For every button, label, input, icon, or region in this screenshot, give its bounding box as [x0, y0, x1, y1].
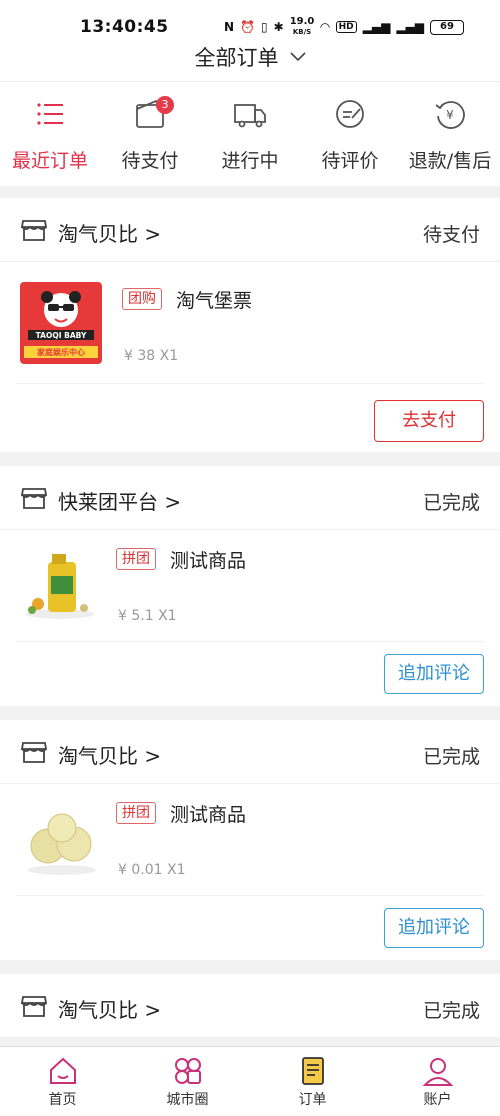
- wifi-icon: ◠: [320, 20, 330, 34]
- shop-name[interactable]: 淘气贝比 >: [58, 218, 161, 247]
- vibrate-icon: ▯: [261, 20, 268, 34]
- order-tabs: 最近订单 3 待支付 进行中 待评价 ¥ 退款/售后: [0, 82, 500, 186]
- refund-icon: ¥: [435, 101, 465, 129]
- shop-icon: [20, 742, 48, 763]
- tab-pending-payment[interactable]: 3 待支付: [100, 82, 200, 186]
- tab-in-progress[interactable]: 进行中: [200, 82, 300, 186]
- product-name: 测试商品: [170, 550, 247, 572]
- order-status: 已完成: [422, 492, 480, 514]
- nav-city-circle[interactable]: 城市圈: [125, 1047, 250, 1116]
- shop-icon: [20, 996, 48, 1017]
- nav-label: 订单: [298, 1092, 327, 1108]
- order-card: 淘气贝比 > 已完成 拼团 测试商品 ¥ 0.01 X1 追加评论: [0, 720, 500, 960]
- product-price: ¥ 38 X1: [124, 348, 179, 364]
- shop-name[interactable]: 快莱团平台 >: [58, 486, 181, 515]
- oil-bottle-image: [26, 554, 94, 619]
- nfc-icon: N: [224, 20, 235, 34]
- order-status: 已完成: [422, 746, 480, 768]
- page-header[interactable]: 全部订单: [0, 40, 500, 82]
- order-icon: [301, 1057, 324, 1085]
- signal-icon: ▂▄▆: [362, 20, 391, 34]
- add-review-button[interactable]: 追加评论: [384, 654, 484, 694]
- nav-label: 账户: [423, 1092, 452, 1108]
- order-footer: 追加评论: [0, 896, 500, 960]
- nav-home[interactable]: 首页: [0, 1047, 125, 1116]
- group-tag: 拼团: [116, 548, 156, 570]
- truck-icon: [234, 104, 266, 128]
- tab-recent-orders[interactable]: 最近订单: [0, 82, 100, 186]
- tab-label: 退款/售后: [408, 150, 492, 172]
- product-image: [20, 544, 102, 626]
- status-bar: 13:40:45 N ⏰ ▯ ✱ 19.0 KB/S ◠ HD ▂▄▆ ▂▄▆ …: [0, 0, 500, 40]
- product-name: 测试商品: [170, 804, 247, 826]
- bluetooth-icon: ✱: [273, 20, 284, 34]
- chevron-down-icon: [289, 52, 306, 62]
- svg-text:¥: ¥: [446, 108, 454, 122]
- group-buy-tag: 团购: [122, 288, 162, 310]
- tab-label: 进行中: [221, 150, 279, 172]
- tab-refund[interactable]: ¥ 退款/售后: [400, 82, 500, 186]
- product-image: TAOQI BABY 家庭娱乐中心: [20, 282, 102, 364]
- nav-label: 城市圈: [166, 1092, 209, 1108]
- tab-pending-review[interactable]: 待评价: [300, 82, 400, 186]
- unread-badge: 3: [156, 96, 174, 114]
- status-time: 13:40:45: [80, 17, 169, 37]
- speed-unit: KB/S: [292, 28, 312, 36]
- home-icon: [49, 1057, 76, 1084]
- order-card: 淘气贝比 > 已完成: [0, 974, 500, 1038]
- order-product[interactable]: 拼团 测试商品 ¥ 5.1 X1: [16, 530, 484, 642]
- order-card: 淘气贝比 > 待支付 TAOQI BABY 家庭娱乐中心 团购 淘气堡票 ¥ 3…: [0, 198, 500, 452]
- svg-text:家庭娱乐中心: 家庭娱乐中心: [37, 347, 85, 357]
- network-speed: 19.0 KB/S: [290, 17, 315, 37]
- pear-image: [28, 813, 96, 875]
- hd-icon: HD: [335, 21, 357, 33]
- order-product[interactable]: 拼团 测试商品 ¥ 0.01 X1: [16, 784, 484, 896]
- tab-label: 最近订单: [11, 150, 88, 172]
- nav-orders[interactable]: 订单: [250, 1047, 375, 1116]
- status-icons: N ⏰ ▯ ✱ 19.0 KB/S ◠ HD ▂▄▆ ▂▄▆ 69: [224, 17, 464, 37]
- order-header[interactable]: 淘气贝比 > 已完成: [0, 720, 500, 784]
- account-icon: [422, 1058, 453, 1086]
- shop-icon: [20, 220, 48, 241]
- svg-text:TAOQI BABY: TAOQI BABY: [36, 331, 87, 340]
- nav-label: 首页: [48, 1092, 77, 1108]
- order-header[interactable]: 淘气贝比 > 已完成: [0, 974, 500, 1038]
- order-footer: 去支付: [0, 384, 500, 452]
- order-product[interactable]: TAOQI BABY 家庭娱乐中心 团购 淘气堡票 ¥ 38 X1: [16, 262, 484, 384]
- signal-icon-2: ▂▄▆: [396, 20, 424, 34]
- product-image: [20, 798, 102, 880]
- review-icon: [336, 100, 364, 128]
- taoqi-baby-logo: TAOQI BABY 家庭娱乐中心: [24, 291, 98, 358]
- shop-icon: [20, 488, 48, 509]
- order-card: 快莱团平台 > 已完成 拼团 测试商品 ¥ 5.1 X1 追加评论: [0, 466, 500, 706]
- product-price: ¥ 0.01 X1: [118, 862, 186, 878]
- order-header[interactable]: 快莱团平台 > 已完成: [0, 466, 500, 530]
- city-circle-icon: [174, 1058, 201, 1084]
- pay-button[interactable]: 去支付: [374, 400, 484, 442]
- order-list: 淘气贝比 > 待支付 TAOQI BABY 家庭娱乐中心 团购 淘气堡票 ¥ 3…: [0, 198, 500, 1052]
- product-name: 淘气堡票: [176, 290, 253, 312]
- order-footer: 追加评论: [0, 642, 500, 706]
- battery-icon: 69: [430, 19, 464, 35]
- product-price: ¥ 5.1 X1: [118, 608, 177, 624]
- alarm-icon: ⏰: [240, 20, 256, 34]
- nav-account[interactable]: 账户: [375, 1047, 500, 1116]
- list-icon: [37, 103, 63, 125]
- group-tag: 拼团: [116, 802, 156, 824]
- shop-name[interactable]: 淘气贝比 >: [58, 740, 161, 769]
- tab-label: 待评价: [321, 150, 379, 172]
- order-status: 已完成: [422, 1000, 480, 1022]
- page-title: 全部订单: [194, 46, 279, 70]
- order-status: 待支付: [422, 224, 480, 246]
- add-review-button[interactable]: 追加评论: [384, 908, 484, 948]
- order-header[interactable]: 淘气贝比 > 待支付: [0, 198, 500, 262]
- tab-label: 待支付: [121, 150, 179, 172]
- bottom-nav: 首页 城市圈 订单 账户: [0, 1046, 500, 1116]
- speed-value: 19.0: [289, 16, 315, 27]
- shop-name[interactable]: 淘气贝比 >: [58, 994, 161, 1023]
